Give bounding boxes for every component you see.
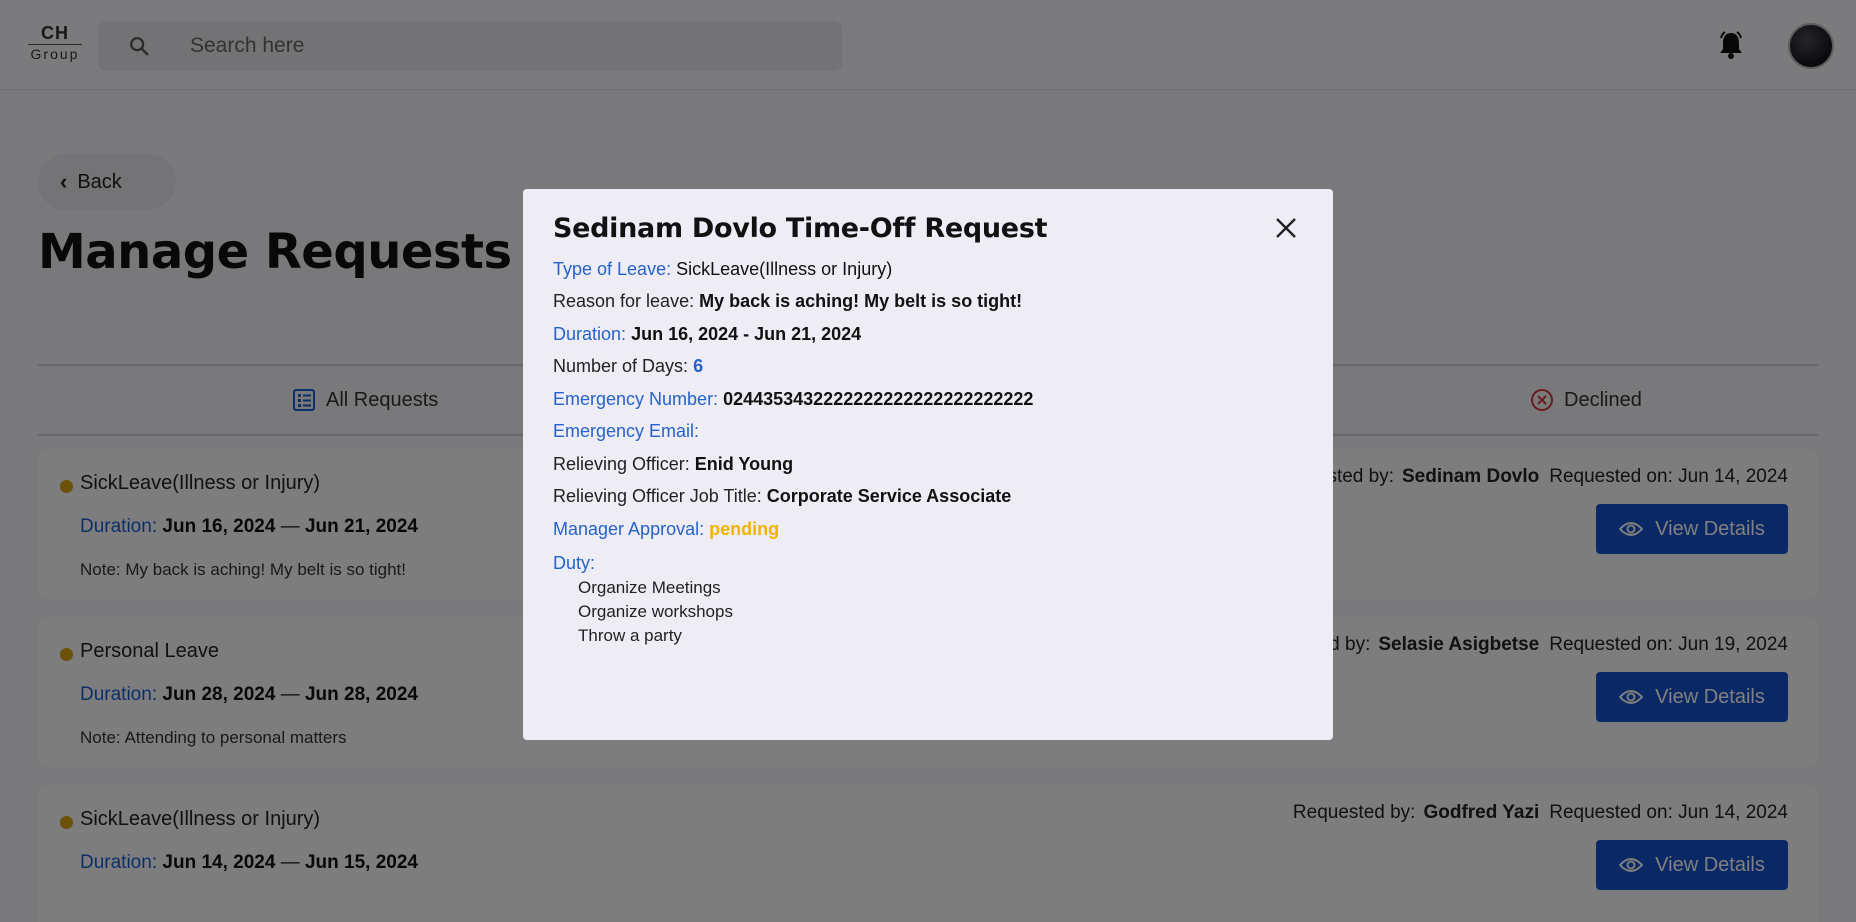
duty-item: Organize workshops xyxy=(578,602,733,621)
emergency-email-row: Emergency Email: xyxy=(553,421,699,442)
emergency-number-row: Emergency Number: 0244353432222222222222… xyxy=(553,389,1033,410)
days-label: Number of Days: xyxy=(553,356,689,376)
duration-value: Jun 16, 2024 - Jun 21, 2024 xyxy=(631,324,862,344)
duration-row: Duration: Jun 16, 2024 - Jun 21, 2024 xyxy=(553,324,861,345)
duty-row: Duty: xyxy=(553,553,595,574)
close-icon[interactable] xyxy=(1275,217,1297,239)
relieving-officer-label: Relieving Officer: xyxy=(553,454,690,474)
emergency-email-label: Emergency Email: xyxy=(553,421,700,441)
modal-title: Sedinam Dovlo Time-Off Request xyxy=(553,213,1048,244)
manager-approval-status: pending xyxy=(709,519,780,539)
relieving-title-value: Corporate Service Associate xyxy=(766,486,1012,506)
manager-approval-row: Manager Approval: pending xyxy=(553,519,779,540)
reason-row: Reason for leave: My back is aching! My … xyxy=(553,291,1022,312)
reason-label: Reason for leave: xyxy=(553,291,695,311)
emergency-number-label: Emergency Number: xyxy=(553,389,719,409)
days-value: 6 xyxy=(693,356,704,376)
duty-item: Organize Meetings xyxy=(578,578,721,597)
emergency-number-value: 0244353432222222222222222222222 xyxy=(723,389,1034,409)
reason-value: My back is aching! My belt is so tight! xyxy=(699,291,1023,311)
relieving-title-label: Relieving Officer Job Title: xyxy=(553,486,762,506)
duration-label: Duration: xyxy=(553,324,627,344)
days-row: Number of Days: 6 xyxy=(553,356,703,377)
duty-item: Throw a party xyxy=(578,626,682,645)
relieving-officer-row: Relieving Officer: Enid Young xyxy=(553,454,793,475)
relieving-officer-value: Enid Young xyxy=(694,454,794,474)
leave-type-row: Type of Leave: SickLeave(Illness or Inju… xyxy=(553,259,892,280)
time-off-request-modal: Sedinam Dovlo Time-Off Request Type of L… xyxy=(523,189,1333,740)
leave-type-value: SickLeave(Illness or Injury) xyxy=(676,259,893,279)
duty-label: Duty: xyxy=(553,553,596,573)
relieving-title-row: Relieving Officer Job Title: Corporate S… xyxy=(553,486,1011,507)
manager-approval-label: Manager Approval: xyxy=(553,519,705,539)
leave-type-label: Type of Leave: xyxy=(553,259,672,279)
